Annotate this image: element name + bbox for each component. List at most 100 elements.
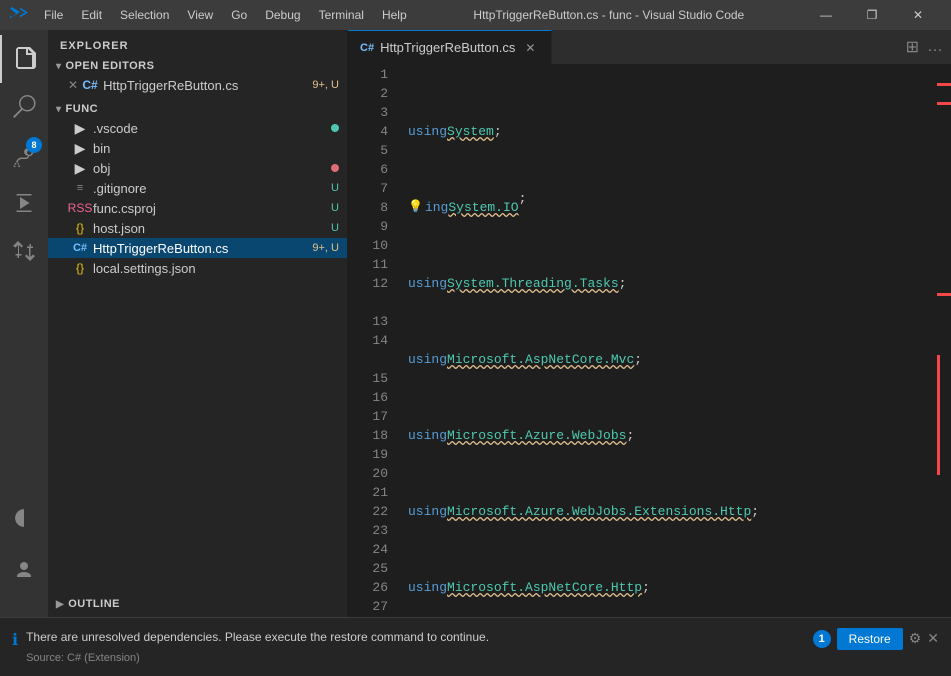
- open-editors-chevron: ▾: [56, 61, 62, 72]
- activity-bar: 8: [0, 30, 48, 654]
- notification-message: There are unresolved dependencies. Pleas…: [348, 628, 797, 646]
- open-editors-label: Open Editors: [66, 60, 155, 72]
- scrollbar-mark-1: [937, 83, 951, 86]
- more-actions-icon[interactable]: …: [927, 38, 943, 56]
- outline-section[interactable]: ▶ Outline: [48, 594, 347, 614]
- notification-source: Source: C# (Extension): [348, 650, 797, 655]
- notification-text: There are unresolved dependencies. Pleas…: [348, 628, 797, 655]
- file-localsettings[interactable]: {} local.settings.json: [48, 258, 347, 278]
- notification-gear-icon[interactable]: ⚙: [909, 630, 922, 647]
- code-line-3: using System.Threading.Tasks;: [408, 274, 951, 293]
- tab-actions[interactable]: ⊞ …: [898, 30, 951, 64]
- outline-chevron: ▶: [56, 599, 64, 610]
- split-editor-icon[interactable]: ⊞: [906, 37, 919, 57]
- file-gitignore[interactable]: ≡ .gitignore U: [48, 178, 347, 198]
- open-editors-header[interactable]: ▾ Open Editors: [48, 57, 347, 75]
- window-controls[interactable]: — ❐ ✕: [803, 0, 941, 30]
- cs-file-icon: C#: [82, 77, 98, 93]
- localsettings-icon: {}: [72, 260, 88, 276]
- titlebar-left: File Edit Selection View Go Debug Termin…: [10, 4, 415, 27]
- vscode-logo-icon: [10, 4, 28, 27]
- code-line-2: 💡ing System.IO;: [408, 198, 951, 217]
- notification-banner: ℹ There are unresolved dependencies. Ple…: [348, 617, 951, 655]
- file-csproj-name: func.csproj: [93, 201, 331, 216]
- activity-account[interactable]: [0, 546, 48, 594]
- code-line-4: using Microsoft.AspNetCore.Mvc;: [408, 350, 951, 369]
- tab-bar: C# HttpTriggerReButton.cs ✕ ⊞ …: [348, 30, 951, 65]
- notification-badge: 1: [813, 630, 831, 648]
- menu-selection[interactable]: Selection: [112, 6, 177, 24]
- activity-extensions[interactable]: [0, 227, 48, 275]
- menu-go[interactable]: Go: [223, 6, 255, 24]
- file-hostjson[interactable]: {} host.json U: [48, 218, 347, 238]
- hostjson-badge: U: [331, 222, 339, 234]
- window-title: HttpTriggerReButton.cs - func - Visual S…: [473, 8, 744, 22]
- menu-terminal[interactable]: Terminal: [311, 6, 372, 24]
- menu-file[interactable]: File: [36, 6, 71, 24]
- code-line-6: using Microsoft.Azure.WebJobs.Extensions…: [408, 502, 951, 521]
- editor-area: C# HttpTriggerReButton.cs ✕ ⊞ … 12345 67…: [348, 30, 951, 654]
- activity-source-control[interactable]: 8: [0, 131, 48, 179]
- func-section: ▾ Func ▶ .vscode ▶ bin ▶ obj ≡: [48, 100, 347, 278]
- editor-content: 12345 678910 11121314 15161718 192021222…: [348, 65, 951, 654]
- menu-view[interactable]: View: [179, 6, 221, 24]
- scrollbar-gutter: [937, 65, 951, 594]
- open-editors-section: ▾ Open Editors ✕ C# HttpTriggerReButton.…: [48, 57, 347, 95]
- file-obj-name: obj: [93, 161, 331, 176]
- folder-icon: ▶: [72, 120, 88, 136]
- source-control-badge: 8: [26, 137, 42, 153]
- scrollbar-mark-2: [937, 102, 951, 105]
- csproj-icon: RSS: [72, 200, 88, 216]
- activity-explorer[interactable]: [0, 35, 48, 83]
- notification-actions: 1 Restore ⚙ ✕: [813, 628, 939, 650]
- code-editor[interactable]: using System; 💡ing System.IO; using Syst…: [398, 65, 951, 654]
- titlebar: File Edit Selection View Go Debug Termin…: [0, 0, 951, 30]
- file-csproj[interactable]: RSS func.csproj U: [48, 198, 347, 218]
- file-localsettings-name: local.settings.json: [93, 261, 339, 276]
- code-line-1: using System;: [408, 122, 951, 141]
- editor-tab[interactable]: C# HttpTriggerReButton.cs ✕: [348, 30, 552, 64]
- file-httptrigger[interactable]: C# HttpTriggerReButton.cs 9+, U: [48, 238, 347, 258]
- tab-cs-icon: C#: [360, 42, 374, 54]
- code-line-7: using Microsoft.AspNetCore.Http;: [408, 578, 951, 597]
- activity-remote[interactable]: [0, 494, 48, 542]
- minimize-button[interactable]: —: [803, 0, 849, 30]
- file-bin[interactable]: ▶ bin: [48, 138, 347, 158]
- tab-close-button[interactable]: ✕: [521, 39, 539, 57]
- open-editor-filename: HttpTriggerReButton.cs: [103, 78, 312, 93]
- file-gitignore-name: .gitignore: [93, 181, 331, 196]
- tab-filename: HttpTriggerReButton.cs: [380, 40, 515, 55]
- file-httptrigger-name: HttpTriggerReButton.cs: [93, 241, 312, 256]
- gitignore-icon: ≡: [72, 180, 88, 196]
- main-layout: 8 Explorer ▾ Open Editors: [0, 30, 951, 654]
- menu-debug[interactable]: Debug: [257, 6, 308, 24]
- menu-bar[interactable]: File Edit Selection View Go Debug Termin…: [36, 6, 415, 24]
- notification-close-icon[interactable]: ✕: [927, 630, 939, 647]
- maximize-button[interactable]: ❐: [849, 0, 895, 30]
- sidebar: Explorer ▾ Open Editors ✕ C# HttpTrigger…: [48, 30, 348, 654]
- httptrigger-icon: C#: [72, 240, 88, 256]
- vscode-dot: [331, 124, 339, 132]
- file-bin-name: bin: [93, 141, 339, 156]
- file-obj[interactable]: ▶ obj: [48, 158, 347, 178]
- close-button[interactable]: ✕: [895, 0, 941, 30]
- editor-close-icon[interactable]: ✕: [68, 78, 78, 92]
- activity-run[interactable]: [0, 179, 48, 227]
- menu-edit[interactable]: Edit: [73, 6, 110, 24]
- func-chevron: ▾: [56, 104, 62, 115]
- func-section-header[interactable]: ▾ Func: [48, 100, 347, 118]
- hostjson-icon: {}: [72, 220, 88, 236]
- code-line-5: using Microsoft.Azure.WebJobs;: [408, 426, 951, 445]
- obj-dot: [331, 164, 339, 172]
- restore-button[interactable]: Restore: [837, 628, 903, 650]
- file-hostjson-name: host.json: [93, 221, 331, 236]
- activity-search[interactable]: [0, 83, 48, 131]
- outline-label: Outline: [68, 598, 120, 610]
- menu-help[interactable]: Help: [374, 6, 415, 24]
- sidebar-header: Explorer: [48, 30, 347, 57]
- httptrigger-badge: 9+, U: [312, 242, 339, 254]
- file-vscode[interactable]: ▶ .vscode: [48, 118, 347, 138]
- open-editor-item[interactable]: ✕ C# HttpTriggerReButton.cs 9+, U: [48, 75, 347, 95]
- folder-obj-icon: ▶: [72, 160, 88, 176]
- scrollbar-mark-3: [937, 293, 951, 296]
